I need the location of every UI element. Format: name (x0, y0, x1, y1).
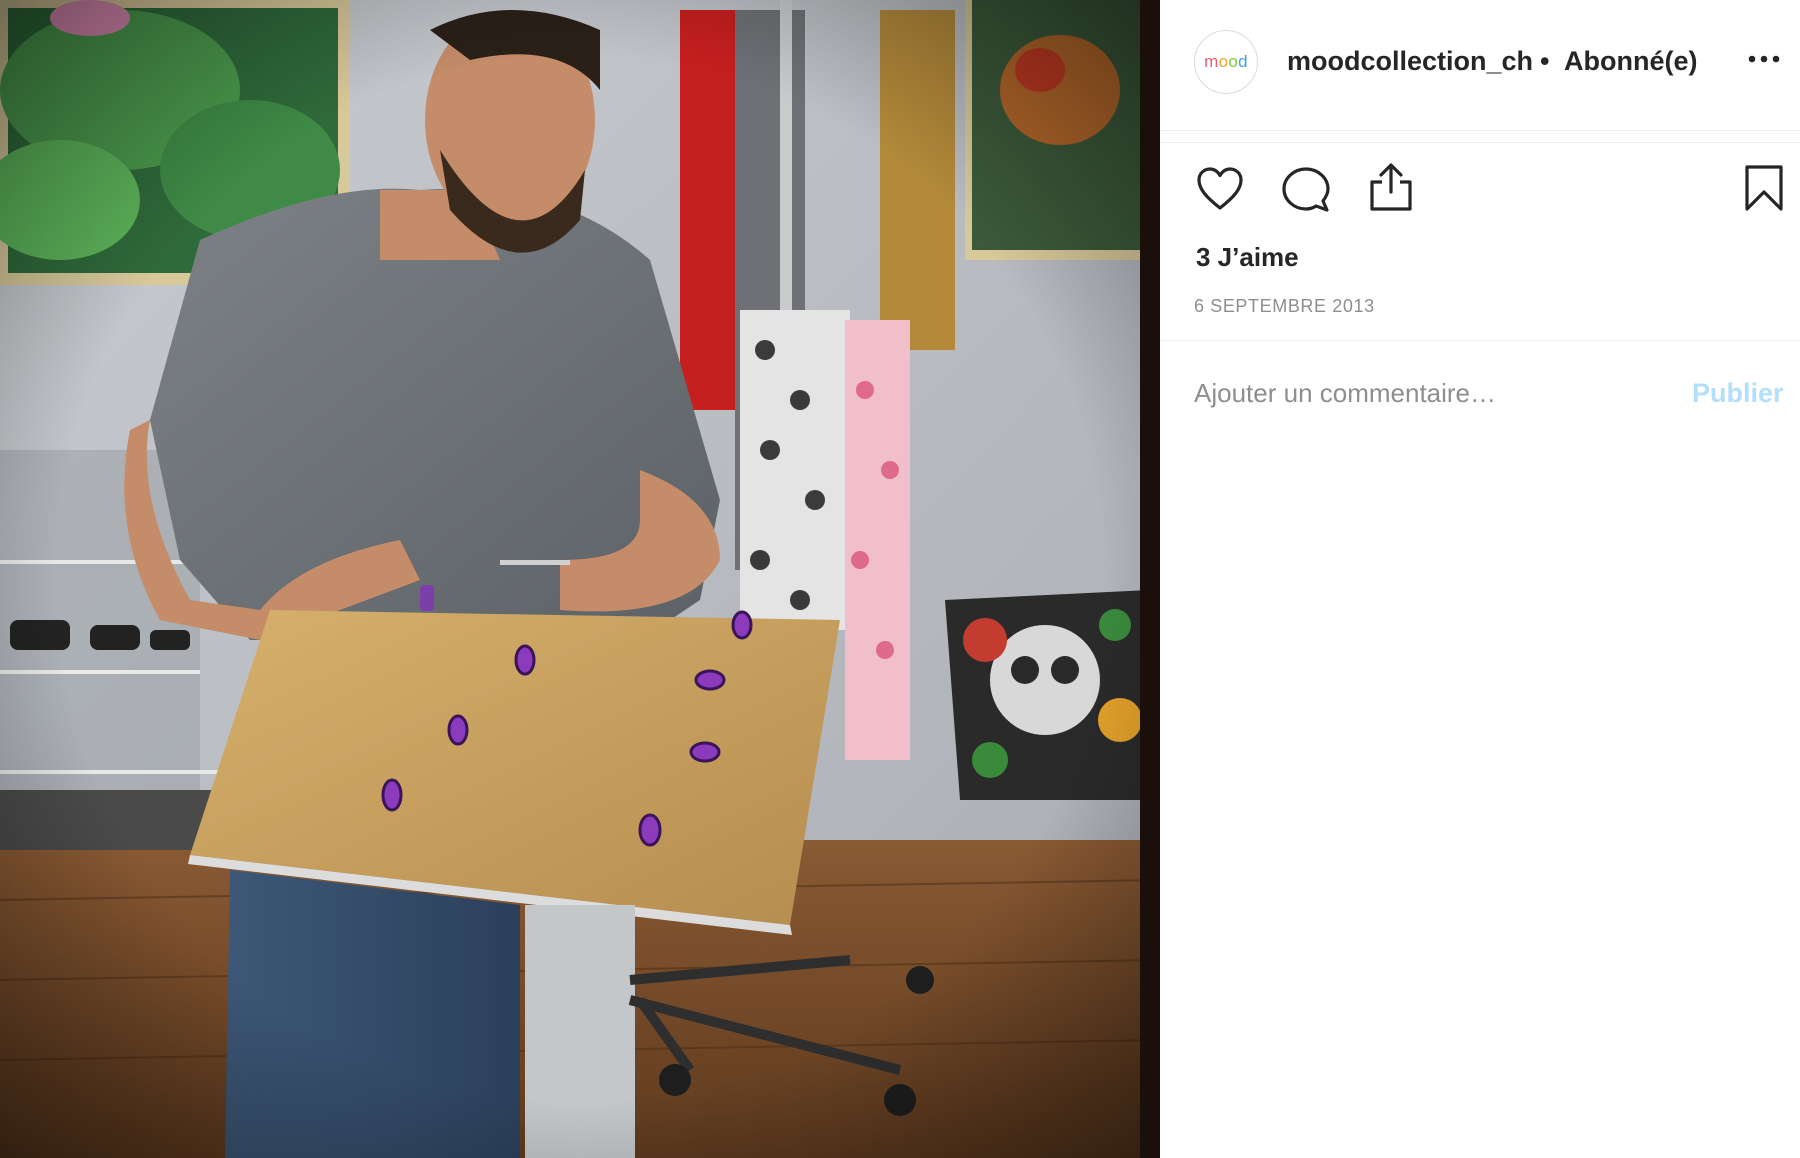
username-link[interactable]: moodcollection_ch (1287, 46, 1533, 77)
post-side-panel: mood moodcollection_ch • Abonné(e) 3 J’a… (1160, 0, 1800, 1158)
likes-count[interactable]: 3 J’aime (1196, 242, 1299, 273)
post-photo[interactable] (0, 0, 1160, 1158)
post-image (0, 0, 1160, 1158)
divider (1160, 340, 1800, 341)
avatar-letter: m (1204, 52, 1219, 71)
heart-icon (1197, 167, 1243, 210)
avatar[interactable]: mood (1194, 30, 1258, 94)
avatar-letter: o (1228, 52, 1239, 71)
avatar-logo: mood (1204, 52, 1248, 72)
action-bar (1160, 160, 1800, 220)
save-button[interactable] (1744, 164, 1784, 217)
share-button[interactable] (1368, 162, 1414, 217)
more-horizontal-icon (1748, 55, 1780, 63)
avatar-letter: d (1238, 52, 1248, 71)
comment-button[interactable] (1282, 166, 1330, 219)
post-header: mood moodcollection_ch • Abonné(e) (1160, 0, 1800, 131)
post-date: 6 septembre 2013 (1194, 296, 1375, 316)
like-button[interactable] (1196, 166, 1244, 217)
comment-bubble-icon (1282, 167, 1330, 212)
divider (1160, 142, 1800, 143)
avatar-letter: o (1218, 52, 1229, 71)
follow-status-button[interactable]: Abonné(e) (1564, 46, 1697, 77)
comment-input[interactable] (1194, 372, 1664, 414)
bookmark-icon (1745, 165, 1783, 211)
publish-button[interactable]: Publier (1692, 378, 1784, 409)
header-separator: • (1540, 46, 1550, 76)
more-options-button[interactable] (1744, 44, 1784, 74)
share-upload-icon (1370, 163, 1412, 211)
